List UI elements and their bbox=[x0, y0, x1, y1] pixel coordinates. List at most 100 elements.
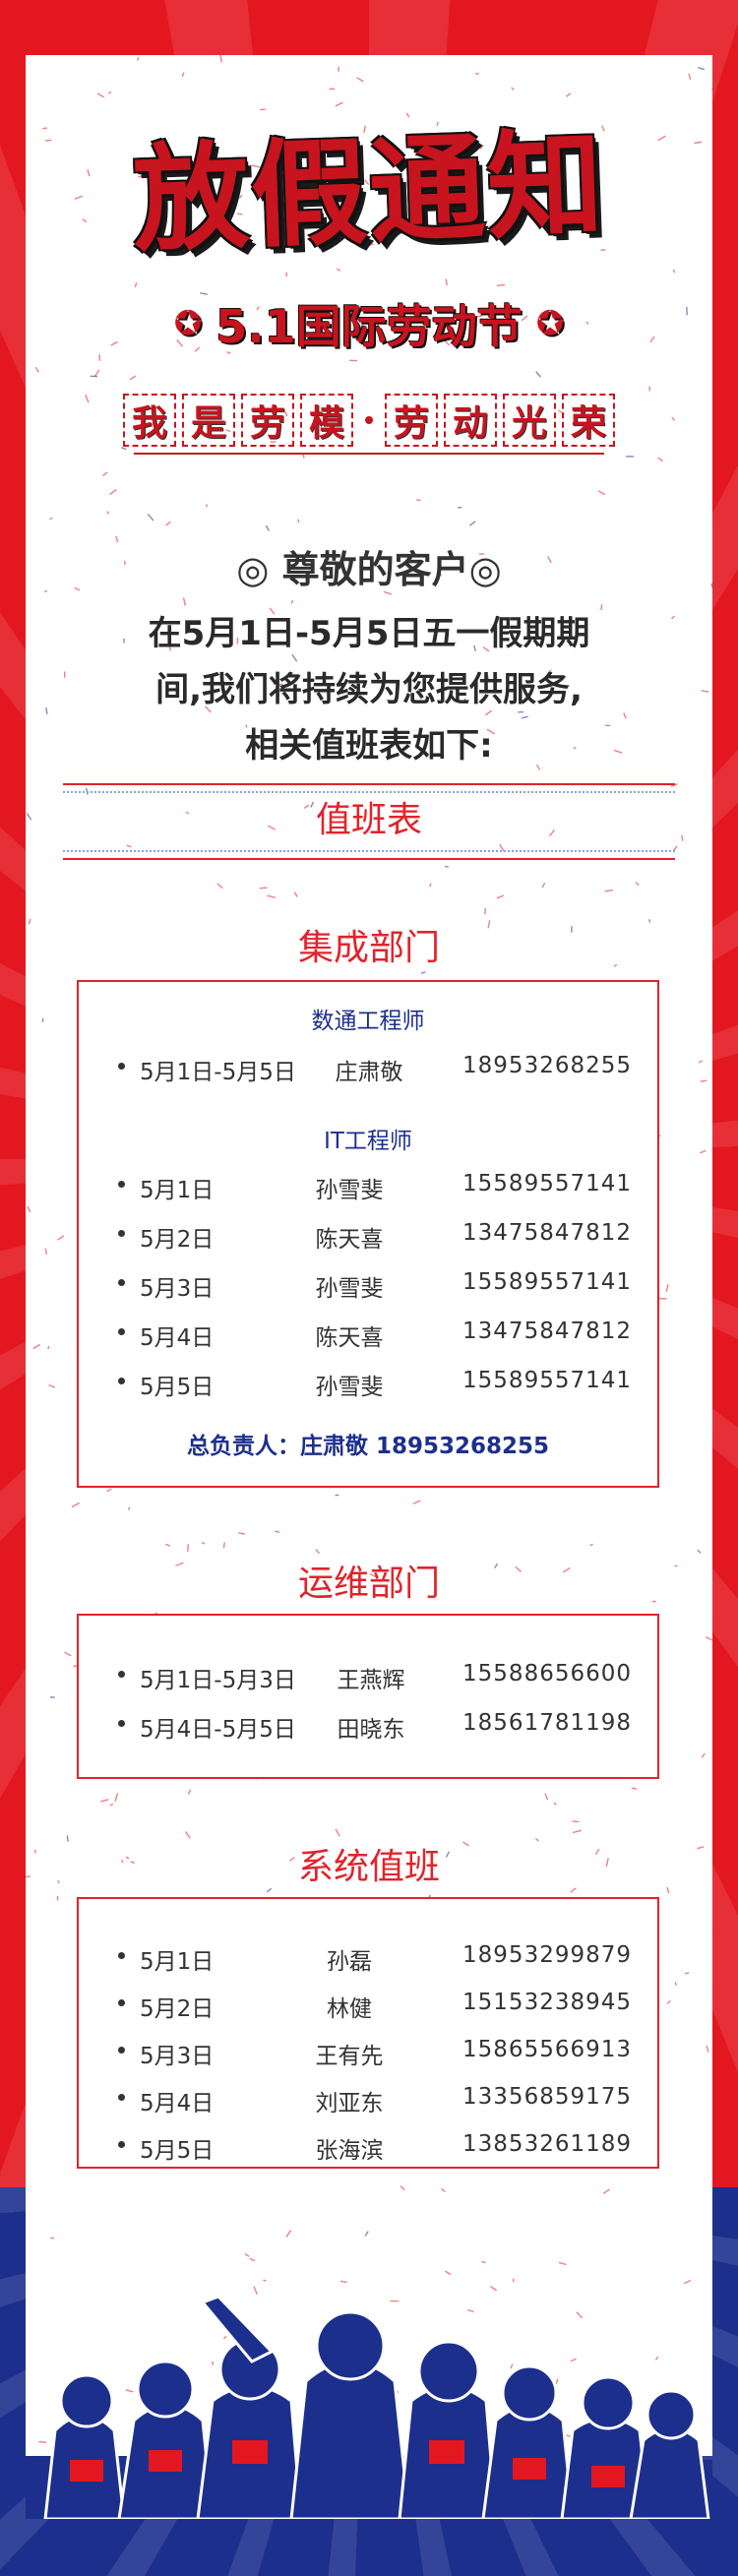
subtitle-row: ✪ 5.1国际劳动节 ✪ bbox=[26, 291, 712, 356]
duty-row: 5月2日 陈天喜 13475847812 bbox=[118, 1214, 640, 1254]
slogan-char: 光 bbox=[503, 394, 556, 447]
duty-phone: 18561781198 bbox=[462, 1710, 632, 1736]
duty-date: 5月5日 bbox=[140, 2138, 215, 2164]
slogan-char: 是 bbox=[182, 394, 235, 447]
duty-row: 5月1日 孙雪斐 15589557141 bbox=[118, 1165, 640, 1204]
duty-phone: 13475847812 bbox=[462, 1220, 632, 1246]
duty-date: 5月1日 bbox=[140, 1178, 215, 1203]
workers-illustration bbox=[26, 2295, 712, 2519]
slogan-box: 我是劳模劳动光荣 bbox=[123, 394, 615, 447]
duty-row: 5月2日 林健 15153238945 bbox=[118, 1984, 640, 2023]
duty-name: 王燕辉 bbox=[337, 1668, 405, 1693]
poster-subtitle: 5.1国际劳动节 bbox=[215, 300, 523, 353]
bullet-icon bbox=[118, 1279, 125, 1286]
duty-row: 5月1日-5月5日 庄肃敬 18953268255 bbox=[118, 1047, 640, 1086]
table-title: 值班表 bbox=[315, 800, 422, 840]
group-head-network: 数通工程师 bbox=[311, 1009, 425, 1034]
duty-name: 陈天喜 bbox=[315, 1227, 384, 1253]
bullet-icon bbox=[118, 1952, 125, 1959]
duty-row: 5月4日 陈天喜 13475847812 bbox=[118, 1313, 640, 1352]
dept-title-ops: 运维部门 bbox=[297, 1564, 440, 1604]
poster-title: 放假通知 bbox=[130, 114, 608, 269]
star-icon: ✪ bbox=[173, 304, 203, 343]
duty-date: 5月2日 bbox=[140, 1996, 215, 2022]
bullet-icon bbox=[118, 2047, 125, 2054]
duty-phone: 13356859175 bbox=[462, 2084, 632, 2110]
duty-date: 5月4日 bbox=[140, 1325, 215, 1351]
duty-date: 5月1日-5月3日 bbox=[140, 1668, 296, 1693]
bullet-icon bbox=[118, 1230, 125, 1237]
card-integration: 数通工程师 5月1日-5月5日 庄肃敬 18953268255 IT工程师 5月1日… bbox=[77, 980, 659, 1488]
greeting: ◎ 尊敬的客户◎ bbox=[236, 548, 502, 591]
slogan-char: 动 bbox=[444, 394, 497, 447]
slogan-char: 劳 bbox=[241, 394, 294, 447]
slogan-char: 劳 bbox=[385, 394, 438, 447]
duty-name: 田晓东 bbox=[337, 1717, 405, 1743]
duty-date: 5月3日 bbox=[140, 2044, 215, 2069]
duty-name: 孙磊 bbox=[327, 1949, 372, 1975]
duty-phone: 15589557141 bbox=[462, 1368, 632, 1393]
intro-line: 间,我们将持续为您提供服务, bbox=[155, 670, 583, 709]
lead-contact: 总负责人：庄肃敬 18953268255 bbox=[186, 1434, 550, 1459]
duty-date: 5月5日 bbox=[140, 1375, 215, 1400]
bullet-icon bbox=[118, 1378, 125, 1384]
duty-date: 5月1日 bbox=[140, 1949, 215, 1975]
table-header: 值班表 bbox=[63, 764, 675, 882]
dept-title-integration: 集成部门 bbox=[297, 928, 440, 968]
duty-date: 5月1日-5月5日 bbox=[140, 1060, 296, 1085]
divider bbox=[63, 783, 675, 785]
duty-date: 5月3日 bbox=[140, 1276, 215, 1302]
duty-name: 陈天喜 bbox=[315, 1325, 384, 1351]
bullet-icon bbox=[118, 2141, 125, 2148]
duty-name: 孙雪斐 bbox=[315, 1178, 384, 1203]
duty-row: 5月4日 刘亚东 13356859175 bbox=[118, 2078, 640, 2117]
bullet-icon bbox=[118, 2094, 125, 2101]
duty-row: 5月3日 王有先 15865566913 bbox=[118, 2031, 640, 2070]
slogan-char: 我 bbox=[123, 394, 176, 447]
duty-name: 孙雪斐 bbox=[315, 1375, 384, 1400]
duty-row: 5月5日 张海滨 13853261189 bbox=[118, 2125, 640, 2165]
card-system: 5月1日 孙磊 18953299879 5月2日 林健 15153238945 5月3日 王有… bbox=[77, 1897, 659, 2169]
dept-title-system: 系统值班 bbox=[297, 1847, 440, 1887]
duty-phone: 15153238945 bbox=[462, 1990, 632, 2015]
star-icon: ✪ bbox=[535, 304, 565, 343]
duty-date: 5月4日-5月5日 bbox=[140, 1717, 296, 1743]
divider bbox=[63, 858, 675, 860]
duty-phone: 15865566913 bbox=[462, 2037, 632, 2062]
duty-date: 5月4日 bbox=[140, 2091, 215, 2116]
duty-row: 5月4日-5月5日 田晓东 18561781198 bbox=[118, 1704, 640, 1744]
bullet-icon bbox=[118, 1328, 125, 1335]
duty-name: 王有先 bbox=[315, 2044, 384, 2069]
slogan-separator-dot bbox=[365, 416, 373, 424]
slogan-char: 模 bbox=[300, 394, 353, 447]
duty-name: 孙雪斐 bbox=[315, 1276, 384, 1302]
duty-name: 张海滨 bbox=[315, 2138, 384, 2164]
slogan: 我是劳模劳动光荣 bbox=[123, 388, 615, 455]
duty-name: 刘亚东 bbox=[315, 2091, 384, 2116]
duty-phone: 15588656600 bbox=[462, 1661, 632, 1687]
duty-phone: 13853261189 bbox=[462, 2131, 632, 2157]
duty-phone: 13475847812 bbox=[462, 1319, 632, 1344]
duty-row: 5月1日-5月3日 王燕辉 15588656600 bbox=[118, 1655, 640, 1694]
duty-name: 庄肃敬 bbox=[335, 1060, 403, 1085]
duty-name: 林健 bbox=[327, 1996, 372, 2022]
intro-text: 在5月1日-5月5日五一假期期 间,我们将持续为您提供服务, 相关值班表如下: bbox=[114, 606, 624, 774]
intro-line: 在5月1日-5月5日五一假期期 bbox=[148, 614, 590, 653]
bullet-icon bbox=[118, 1720, 125, 1727]
duty-phone: 18953268255 bbox=[462, 1053, 632, 1078]
duty-row: 5月1日 孙磊 18953299879 bbox=[118, 1936, 640, 1976]
slogan-char: 荣 bbox=[562, 394, 615, 447]
duty-row: 5月3日 孙雪斐 15589557141 bbox=[118, 1263, 640, 1303]
duty-phone: 15589557141 bbox=[462, 1269, 632, 1295]
bullet-icon bbox=[118, 1671, 125, 1678]
duty-phone: 18953299879 bbox=[462, 1942, 632, 1968]
duty-date: 5月2日 bbox=[140, 1227, 215, 1253]
bullet-icon bbox=[118, 1181, 125, 1188]
bullet-icon bbox=[118, 1063, 125, 1070]
duty-phone: 15589557141 bbox=[462, 1171, 632, 1196]
bullet-icon bbox=[118, 1999, 125, 2006]
divider bbox=[63, 850, 675, 852]
group-head-it: IT工程师 bbox=[324, 1129, 412, 1154]
card-ops: 5月1日-5月3日 王燕辉 15588656600 5月4日-5月5日 田晓东 18561… bbox=[77, 1614, 659, 1779]
paper-sheet: 放假通知 ✪ 5.1国际劳动节 ✪ 我是劳模劳动光荣 ◎ 尊敬的客户◎ 在5月1… bbox=[26, 55, 712, 2456]
